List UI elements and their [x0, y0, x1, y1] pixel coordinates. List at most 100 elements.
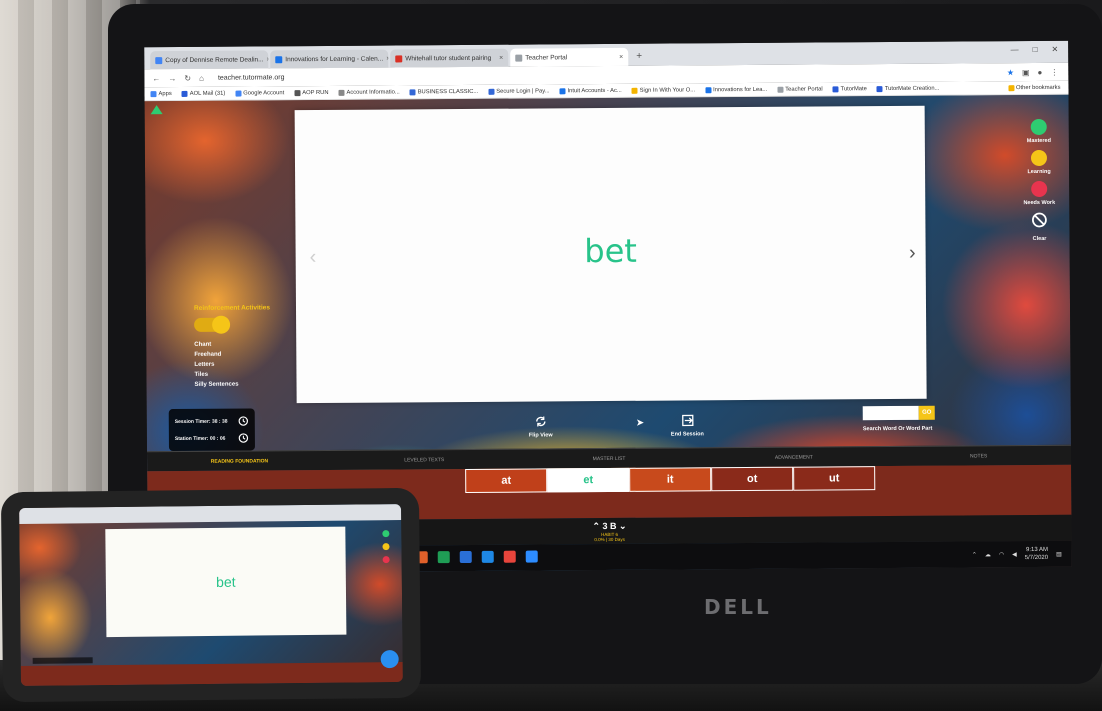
- tab-advancement[interactable]: ADVANCEMENT: [701, 447, 886, 467]
- go-button[interactable]: GO: [918, 405, 935, 420]
- activity-tiles[interactable]: Tiles: [194, 369, 270, 380]
- clock[interactable]: 9:13 AM 5/7/2020: [1025, 546, 1048, 562]
- bookmark-item[interactable]: AOL Mail (31): [181, 90, 225, 97]
- back-icon[interactable]: ←: [152, 74, 160, 83]
- excel-icon[interactable]: [437, 551, 450, 564]
- history-icon[interactable]: [238, 416, 249, 427]
- learning-dot: [1030, 149, 1048, 167]
- flip-view-label: Flip View: [528, 432, 553, 439]
- bookmark-item[interactable]: Sign In With Your O...: [631, 87, 695, 94]
- other-bookmarks[interactable]: Other bookmarks: [1007, 84, 1060, 91]
- learning-dot[interactable]: [382, 543, 390, 551]
- phone-screen: bet: [19, 504, 403, 686]
- phone-browser-chrome: [19, 504, 402, 525]
- bookmark-item[interactable]: Google Account: [235, 90, 284, 97]
- word-tile[interactable]: it: [629, 467, 712, 492]
- home-icon[interactable]: ⌂: [199, 73, 204, 82]
- collapse-icon[interactable]: [150, 105, 163, 115]
- mastered-dot[interactable]: [382, 530, 390, 538]
- close-window-icon[interactable]: ✕: [1051, 45, 1058, 54]
- word-tile-selected[interactable]: et: [547, 467, 630, 493]
- maximize-icon[interactable]: □: [1033, 45, 1038, 54]
- bookmark-item[interactable]: Teacher Portal: [777, 86, 823, 93]
- tab-leveled-texts[interactable]: LEVELED TEXTS: [332, 450, 517, 470]
- reinforcement-panel: Reinforcement Activities Chant Freehand …: [194, 304, 271, 390]
- activity-chant[interactable]: Chant: [194, 339, 270, 350]
- browser-tab-3[interactable]: Whitehall tutor student pairing ×: [390, 48, 509, 68]
- star-icon[interactable]: ★: [1007, 68, 1014, 77]
- page-icon: [515, 54, 523, 62]
- station-timer-text: Station Timer: 00 : 06: [174, 435, 226, 442]
- reinforcement-title: Reinforcement Activities: [193, 304, 271, 312]
- close-icon[interactable]: ×: [499, 54, 503, 61]
- needs-work-button[interactable]: Needs Work: [1009, 180, 1069, 206]
- close-icon[interactable]: ×: [267, 56, 269, 63]
- browser-tab-4[interactable]: Teacher Portal ×: [510, 47, 629, 67]
- search-input[interactable]: [862, 405, 919, 421]
- bookmark-item[interactable]: Apps: [150, 91, 172, 97]
- forward-icon[interactable]: →: [168, 74, 176, 83]
- needs-work-dot[interactable]: [382, 556, 390, 564]
- phone-status-dots: [382, 530, 390, 569]
- card-word: bet: [584, 231, 638, 271]
- history-icon[interactable]: [238, 433, 249, 444]
- tab-notes[interactable]: NOTES: [886, 446, 1071, 466]
- cloud-icon[interactable]: ☁: [985, 551, 991, 558]
- end-session-button[interactable]: End Session: [671, 413, 704, 438]
- new-tab-button[interactable]: +: [630, 51, 648, 66]
- learning-label: Learning: [1027, 168, 1051, 176]
- next-arrow-icon[interactable]: ›: [909, 242, 916, 265]
- monitor-brand-logo: DELL: [704, 595, 772, 619]
- tab-reading-foundation[interactable]: READING FOUNDATION: [147, 451, 332, 471]
- word-tile[interactable]: ot: [711, 466, 794, 492]
- activity-silly-sentences[interactable]: Silly Sentences: [194, 379, 270, 390]
- extension-icon[interactable]: ▣: [1022, 68, 1030, 77]
- bookmark-item[interactable]: Secure Login | Pay...: [488, 88, 550, 95]
- bookmark-item[interactable]: Innovations for Lea...: [705, 86, 767, 93]
- volume-icon[interactable]: ◀: [1012, 551, 1017, 558]
- reinforcement-toggle[interactable]: [194, 315, 231, 334]
- bookmark-item[interactable]: AOP RUN: [294, 89, 329, 96]
- browser-tab-1[interactable]: Copy of Dennise Remote Dealin...×: [150, 50, 269, 70]
- bookmark-item[interactable]: TutorMate: [832, 86, 867, 92]
- word-icon[interactable]: [459, 550, 472, 564]
- profile-icon[interactable]: ●: [1037, 67, 1042, 76]
- flip-view-button[interactable]: Flip View: [528, 414, 553, 439]
- chrome-icon[interactable]: [503, 550, 516, 563]
- window-controls: — □ ✕: [1011, 45, 1059, 54]
- tray-chevron-icon[interactable]: ⌃: [972, 551, 977, 558]
- bookmark-item[interactable]: BUSINESS CLASSIC...: [409, 88, 478, 95]
- edge-icon[interactable]: [481, 550, 494, 563]
- close-icon[interactable]: ×: [619, 53, 623, 60]
- session-timer: Session Timer: 38 : 38: [175, 413, 249, 431]
- chat-bubble-icon[interactable]: [380, 650, 399, 669]
- word-tile[interactable]: at: [465, 468, 548, 494]
- bookmark-item[interactable]: TutorMate Creation...: [876, 85, 939, 92]
- gmail-icon: [395, 54, 403, 62]
- word-tile[interactable]: ut: [793, 466, 876, 491]
- session-timer-text: Session Timer: 38 : 38: [174, 418, 228, 425]
- bookmark-item[interactable]: Intuit Accounts - Ac...: [559, 87, 622, 94]
- activity-letters[interactable]: Letters: [194, 359, 270, 370]
- mastered-button[interactable]: Mastered: [1009, 118, 1069, 144]
- timers-box: Session Timer: 38 : 38 Station Timer: 00…: [168, 408, 255, 452]
- activity-freehand[interactable]: Freehand: [194, 349, 270, 360]
- menu-icon[interactable]: ⋮: [1050, 67, 1058, 76]
- close-icon[interactable]: ×: [386, 55, 388, 62]
- minimize-icon[interactable]: —: [1011, 45, 1019, 54]
- exit-icon: [681, 414, 693, 427]
- tab-master-list[interactable]: MASTER LIST: [517, 448, 702, 468]
- browser-tab-2[interactable]: Innovations for Learning - Calen... ×: [270, 49, 389, 69]
- learning-button[interactable]: Learning: [1009, 149, 1069, 176]
- url-field[interactable]: teacher.tutormate.org: [218, 74, 285, 81]
- wifi-icon[interactable]: ◠: [999, 551, 1004, 558]
- zoom-icon[interactable]: [525, 550, 538, 563]
- photo-scene: DELL Copy of Dennise Remote Dealin...× I…: [0, 0, 1102, 711]
- notification-icon[interactable]: ▤: [1056, 550, 1062, 557]
- clear-button[interactable]: Clear: [1009, 212, 1069, 242]
- bookmark-item[interactable]: Account Informatio...: [338, 89, 400, 96]
- reload-icon[interactable]: ↻: [184, 73, 191, 82]
- phone-device: bet: [0, 487, 422, 703]
- tab-label: Innovations for Learning - Calen...: [285, 55, 384, 63]
- clear-label: Clear: [1032, 235, 1047, 243]
